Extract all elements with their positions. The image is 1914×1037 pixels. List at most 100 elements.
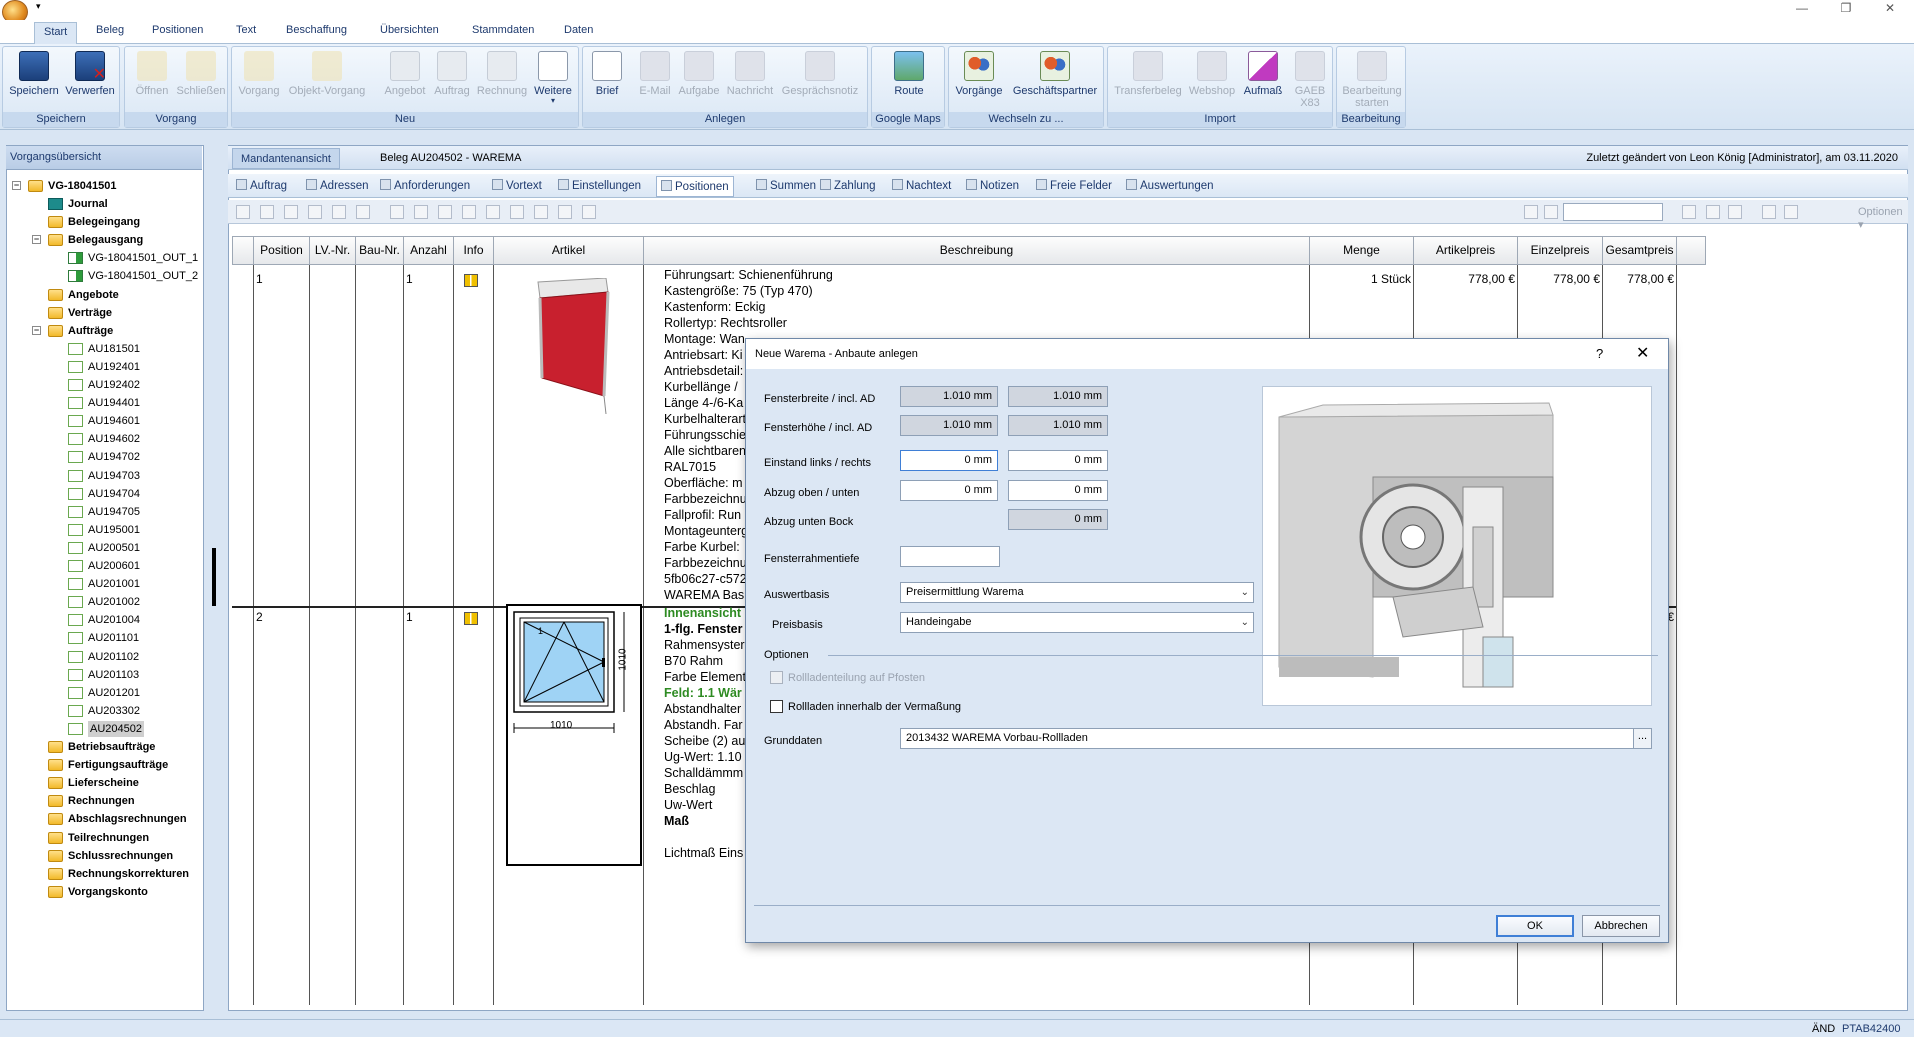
tab-beleg[interactable]: Beleg [96,24,124,36]
subtab-auftrag[interactable]: Auftrag [236,179,287,192]
tab-positionen[interactable]: Positionen [152,24,203,36]
tab-stammdaten[interactable]: Stammdaten [472,24,534,36]
subtab-anforderungen[interactable]: Anforderungen [380,179,470,192]
toolbar-icon[interactable] [1544,205,1558,219]
gespraechsnotiz-button[interactable]: Gesprächsnotiz [777,51,863,97]
rahmentiefe-input[interactable] [900,546,1000,567]
tab-mandantenansicht[interactable]: Mandantenansicht [232,148,340,169]
tab-start[interactable]: Start [34,22,78,45]
restore-icon[interactable]: ❐ [1826,1,1866,15]
toolbar-icon[interactable] [582,205,596,219]
positions-search-input[interactable] [1563,203,1663,221]
einstand-links-input[interactable]: 0 mm [900,450,998,471]
close-icon[interactable]: ✕ [1636,343,1649,363]
info-icon[interactable] [464,612,478,625]
subtab-notizen[interactable]: Notizen [966,179,1019,192]
auswertbasis-select[interactable]: Preisermittlung Warema ⌄ [900,582,1254,603]
new-vorgang-button[interactable]: Vorgang [234,51,284,97]
grunddaten-field[interactable]: 2013432 WAREMA Vorbau-Rollladen... [900,728,1652,749]
options-dropdown[interactable]: Optionen ▾ [1858,206,1908,231]
tab-text[interactable]: Text [236,24,256,36]
toolbar-icon[interactable] [1524,205,1538,219]
toolbar-icon[interactable] [390,205,404,219]
subtab-einstellungen[interactable]: Einstellungen [558,179,641,192]
save-button[interactable]: Speichern [7,51,61,97]
column-header[interactable]: Gesamtpreis [1603,237,1677,265]
toolbar-icon[interactable] [462,205,476,219]
tab-uebersichten[interactable]: Übersichten [380,24,439,36]
toolbar-icon[interactable] [1728,205,1742,219]
preisbasis-select[interactable]: Handeingabe ⌄ [900,612,1254,633]
column-header[interactable]: Bau-Nr. [356,237,404,265]
toolbar-icon[interactable] [534,205,548,219]
toolbar-icon[interactable] [438,205,452,219]
toolbar-icon[interactable] [356,205,370,219]
toolbar-icon[interactable] [414,205,428,219]
column-header[interactable]: Position [254,237,310,265]
cancel-button[interactable]: Abbrechen [1582,915,1660,937]
abzug-unten-input[interactable]: 0 mm [1008,480,1108,501]
aufgabe-button[interactable]: Aufgabe [675,51,723,97]
new-angebot-button[interactable]: Angebot [380,51,430,97]
transferbeleg-button[interactable]: Transferbeleg [1110,51,1186,97]
quick-access-dropdown-icon[interactable]: ▾ [36,1,41,12]
brief-button[interactable]: Brief [589,51,625,97]
subtab-auswertungen[interactable]: Auswertungen [1126,179,1214,192]
email-button[interactable]: E-Mail [635,51,675,97]
new-weitere-button[interactable]: Weitere ▾ [530,51,576,105]
toolbar-icon[interactable] [332,205,346,219]
collapse-icon[interactable]: − [32,235,41,245]
nachricht-button[interactable]: Nachricht [723,51,777,97]
help-icon[interactable]: ? [1596,346,1603,361]
subtab-nachtext[interactable]: Nachtext [892,179,951,192]
new-objekt-vorgang-button[interactable]: Objekt-Vorgang [284,51,370,97]
collapse-icon[interactable]: − [32,325,41,335]
einstand-rechts-input[interactable]: 0 mm [1008,450,1108,471]
subtab-positionen[interactable]: Positionen [656,176,734,197]
subtab-zahlung[interactable]: Zahlung [820,179,876,192]
new-auftrag-button[interactable]: Auftrag [430,51,474,97]
bearbeitung-starten-button[interactable]: Bearbeitung starten [1339,51,1405,109]
column-header[interactable]: Anzahl [404,237,454,265]
subtab-freie-felder[interactable]: Freie Felder [1036,179,1112,192]
toolbar-icon[interactable] [558,205,572,219]
collapse-icon[interactable]: − [12,181,21,190]
subtab-adressen[interactable]: Adressen [306,179,369,192]
row-selector-header[interactable] [233,237,254,265]
toolbar-icon[interactable] [260,205,274,219]
toolbar-icon[interactable] [236,205,250,219]
toolbar-icon[interactable] [486,205,500,219]
toolbar-icon[interactable] [1682,205,1696,219]
toolbar-icon[interactable] [1784,205,1798,219]
ok-button[interactable]: OK [1496,915,1574,937]
new-rechnung-button[interactable]: Rechnung [474,51,530,97]
toolbar-icon[interactable] [1706,205,1720,219]
column-header[interactable]: Menge [1310,237,1414,265]
gaeb-button[interactable]: GAEB X83 [1290,51,1330,109]
subtab-summen[interactable]: Summen [756,179,816,192]
column-header[interactable]: Beschreibung [644,237,1310,265]
abzug-oben-input[interactable]: 0 mm [900,480,998,501]
webshop-button[interactable]: Webshop [1186,51,1238,97]
open-button[interactable]: Öffnen [129,51,175,97]
innerhalb-vermassung-checkbox[interactable] [770,700,783,713]
rollladenteilung-checkbox[interactable] [770,671,783,684]
toolbar-icon[interactable] [1762,205,1776,219]
panel-splitter[interactable] [212,548,216,606]
close-window-icon[interactable]: ✕ [1870,1,1910,15]
tab-beschaffung[interactable]: Beschaffung [286,24,347,36]
vorgaenge-button[interactable]: Vorgänge [951,51,1007,97]
route-button[interactable]: Route [884,51,934,97]
tab-daten[interactable]: Daten [564,24,593,36]
column-header[interactable]: Artikel [494,237,644,265]
subtab-vortext[interactable]: Vortext [492,179,542,192]
aufmass-button[interactable]: Aufmaß [1238,51,1288,97]
toolbar-icon[interactable] [510,205,524,219]
toolbar-icon[interactable] [284,205,298,219]
discard-button[interactable]: Verwerfen [63,51,117,97]
column-header[interactable]: Info [454,237,494,265]
browse-button[interactable]: ... [1633,729,1651,748]
close-vorgang-button[interactable]: Schließen [175,51,227,97]
minimize-icon[interactable]: — [1782,1,1822,15]
column-header[interactable]: LV.-Nr. [310,237,356,265]
